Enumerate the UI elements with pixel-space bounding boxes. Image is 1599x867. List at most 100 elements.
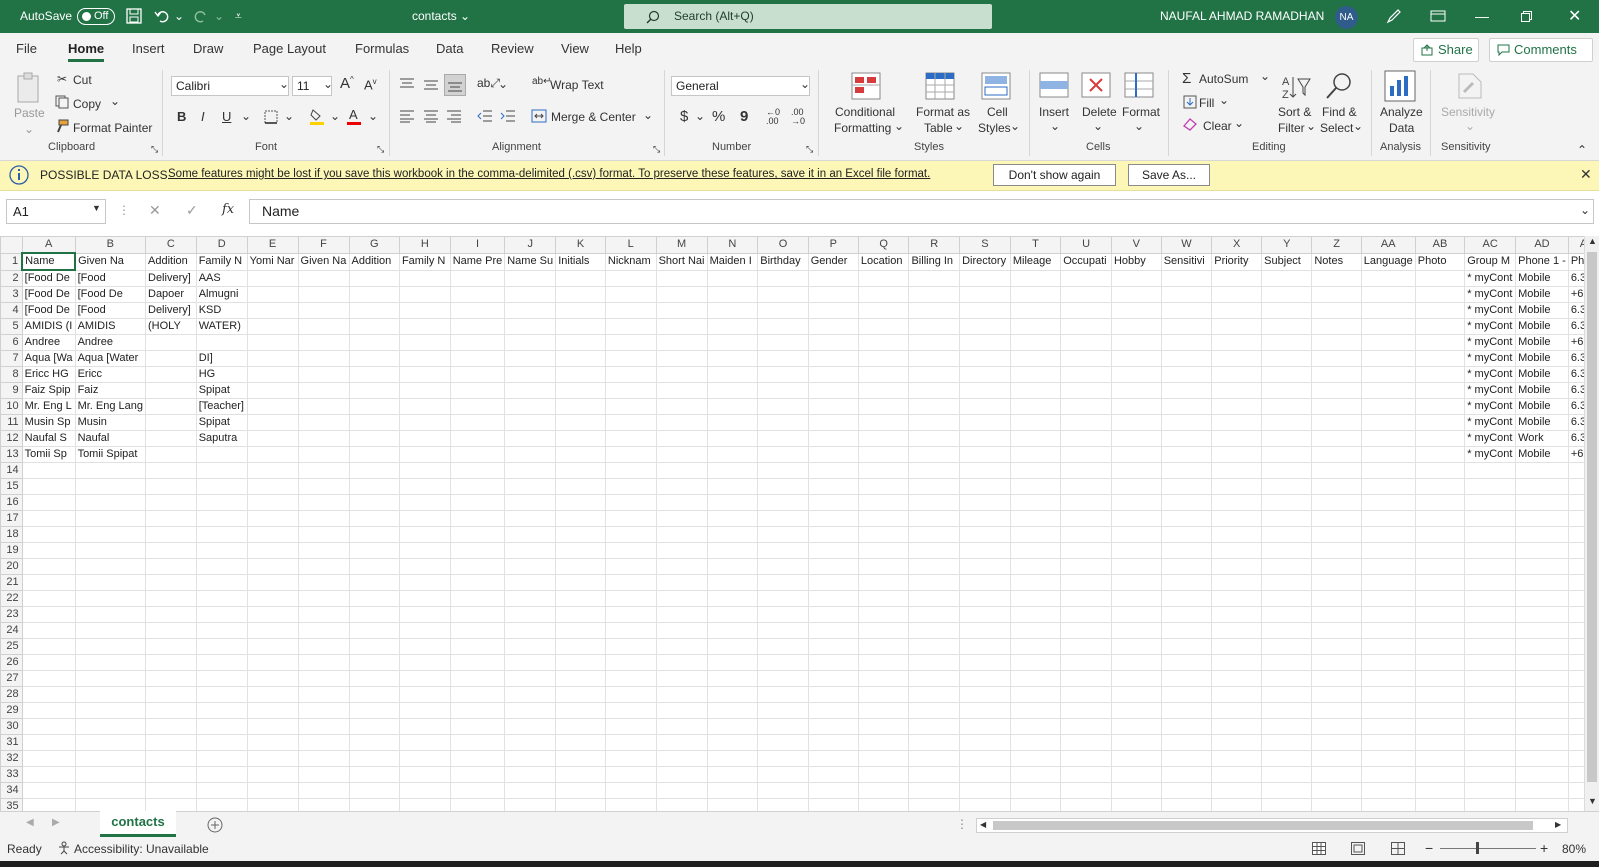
cell[interactable] [21, 638, 76, 655]
cell[interactable] [757, 590, 809, 607]
cell[interactable] [555, 318, 606, 335]
cell[interactable] [504, 686, 557, 703]
cell[interactable] [1060, 462, 1112, 479]
collapse-ribbon-icon[interactable]: ⌃ [1577, 143, 1587, 157]
cell[interactable] [74, 526, 147, 543]
cell[interactable] [398, 574, 451, 591]
cell[interactable]: Ericc [74, 366, 147, 383]
cell[interactable] [1009, 798, 1062, 811]
cell[interactable] [604, 526, 657, 543]
cell[interactable] [1110, 398, 1162, 415]
cell[interactable] [706, 686, 759, 703]
font-name-select[interactable]: Calibri [171, 76, 289, 96]
copy-dropdown-icon[interactable]: ⌄ [110, 94, 120, 108]
format-cells-icon[interactable] [1124, 72, 1154, 100]
cell[interactable] [1261, 510, 1313, 527]
cell[interactable] [1464, 654, 1517, 671]
cell[interactable] [449, 318, 506, 335]
sensitivity-button[interactable]: Sensitivity [1441, 105, 1495, 119]
cell[interactable] [757, 430, 809, 447]
font-color-dropdown-icon[interactable]: ⌄ [368, 109, 378, 123]
cell[interactable] [348, 478, 400, 495]
cell[interactable] [504, 622, 557, 639]
cell[interactable] [757, 350, 809, 367]
cell[interactable] [1464, 670, 1517, 687]
cell[interactable] [655, 446, 708, 463]
cell[interactable]: * myCont [1464, 366, 1517, 383]
cell[interactable] [1311, 622, 1362, 639]
cell[interactable] [807, 750, 859, 767]
cell[interactable] [604, 286, 657, 303]
insert-dropdown-icon[interactable]: ⌄ [1050, 119, 1060, 133]
row-header[interactable]: 20 [0, 558, 23, 575]
cell[interactable] [449, 734, 506, 751]
fill-icon[interactable] [1183, 95, 1197, 109]
cell[interactable] [1261, 590, 1313, 607]
cell[interactable] [449, 478, 506, 495]
cell[interactable] [145, 478, 197, 495]
cell[interactable]: Dapoer [145, 286, 197, 303]
cell[interactable] [449, 446, 506, 463]
cell[interactable] [1160, 334, 1213, 351]
column-header[interactable]: D [195, 236, 248, 254]
scissors-icon[interactable]: ✂ [57, 72, 67, 86]
row-header[interactable]: 6 [0, 334, 23, 351]
cell[interactable] [246, 638, 299, 655]
cell[interactable] [1009, 510, 1062, 527]
zoom-level[interactable]: 80% [1562, 842, 1586, 856]
cell[interactable] [145, 366, 197, 383]
column-header[interactable]: O [757, 236, 809, 254]
cell[interactable] [1160, 654, 1213, 671]
cell[interactable] [1060, 269, 1112, 287]
cell[interactable] [908, 430, 961, 447]
cell[interactable] [145, 430, 197, 447]
cell[interactable] [195, 462, 248, 479]
page-break-view-icon[interactable] [1391, 842, 1405, 855]
cell[interactable] [1311, 478, 1362, 495]
cell[interactable] [1464, 782, 1517, 799]
cell[interactable] [807, 590, 859, 607]
cell[interactable]: Spipat [195, 414, 248, 431]
orientation-icon[interactable]: ab⤢ [477, 76, 500, 91]
cell[interactable] [908, 494, 961, 511]
cell[interactable] [908, 638, 961, 655]
column-header[interactable]: L [604, 236, 657, 254]
cell[interactable] [706, 462, 759, 479]
cell[interactable] [1261, 382, 1313, 399]
cell[interactable] [757, 606, 809, 623]
cell[interactable] [195, 558, 248, 575]
cell[interactable] [706, 654, 759, 671]
cell[interactable] [857, 414, 910, 431]
cell[interactable] [807, 398, 859, 415]
cell[interactable] [1110, 670, 1162, 687]
cell[interactable] [74, 510, 147, 527]
file-title[interactable]: contacts [412, 0, 457, 33]
cell[interactable] [857, 269, 910, 287]
cell[interactable] [1464, 734, 1517, 751]
cell[interactable] [21, 510, 76, 527]
cell[interactable]: Naufal S [21, 430, 76, 447]
cell[interactable] [706, 286, 759, 303]
cell[interactable] [757, 302, 809, 319]
number-format-select[interactable]: General [671, 76, 810, 96]
cell[interactable] [1009, 494, 1062, 511]
cell[interactable] [604, 414, 657, 431]
cell[interactable] [757, 638, 809, 655]
cell[interactable] [757, 782, 809, 799]
cell[interactable] [1261, 302, 1313, 319]
cell[interactable] [1261, 318, 1313, 335]
cell[interactable] [1211, 510, 1263, 527]
cell[interactable] [1360, 446, 1416, 463]
cell[interactable] [1060, 606, 1112, 623]
menu-view[interactable]: View [561, 33, 589, 65]
cell[interactable] [1211, 654, 1263, 671]
merge-center-button[interactable]: Merge & Center [551, 110, 636, 124]
cell[interactable] [1160, 510, 1213, 527]
cell[interactable] [297, 526, 350, 543]
cell[interactable] [959, 638, 1011, 655]
search-box[interactable]: Search (Alt+Q) [624, 4, 992, 29]
cell[interactable] [1160, 494, 1213, 511]
cell[interactable] [1261, 606, 1313, 623]
row-header[interactable]: 1 [0, 252, 23, 271]
cell[interactable]: Birthday [757, 252, 809, 271]
